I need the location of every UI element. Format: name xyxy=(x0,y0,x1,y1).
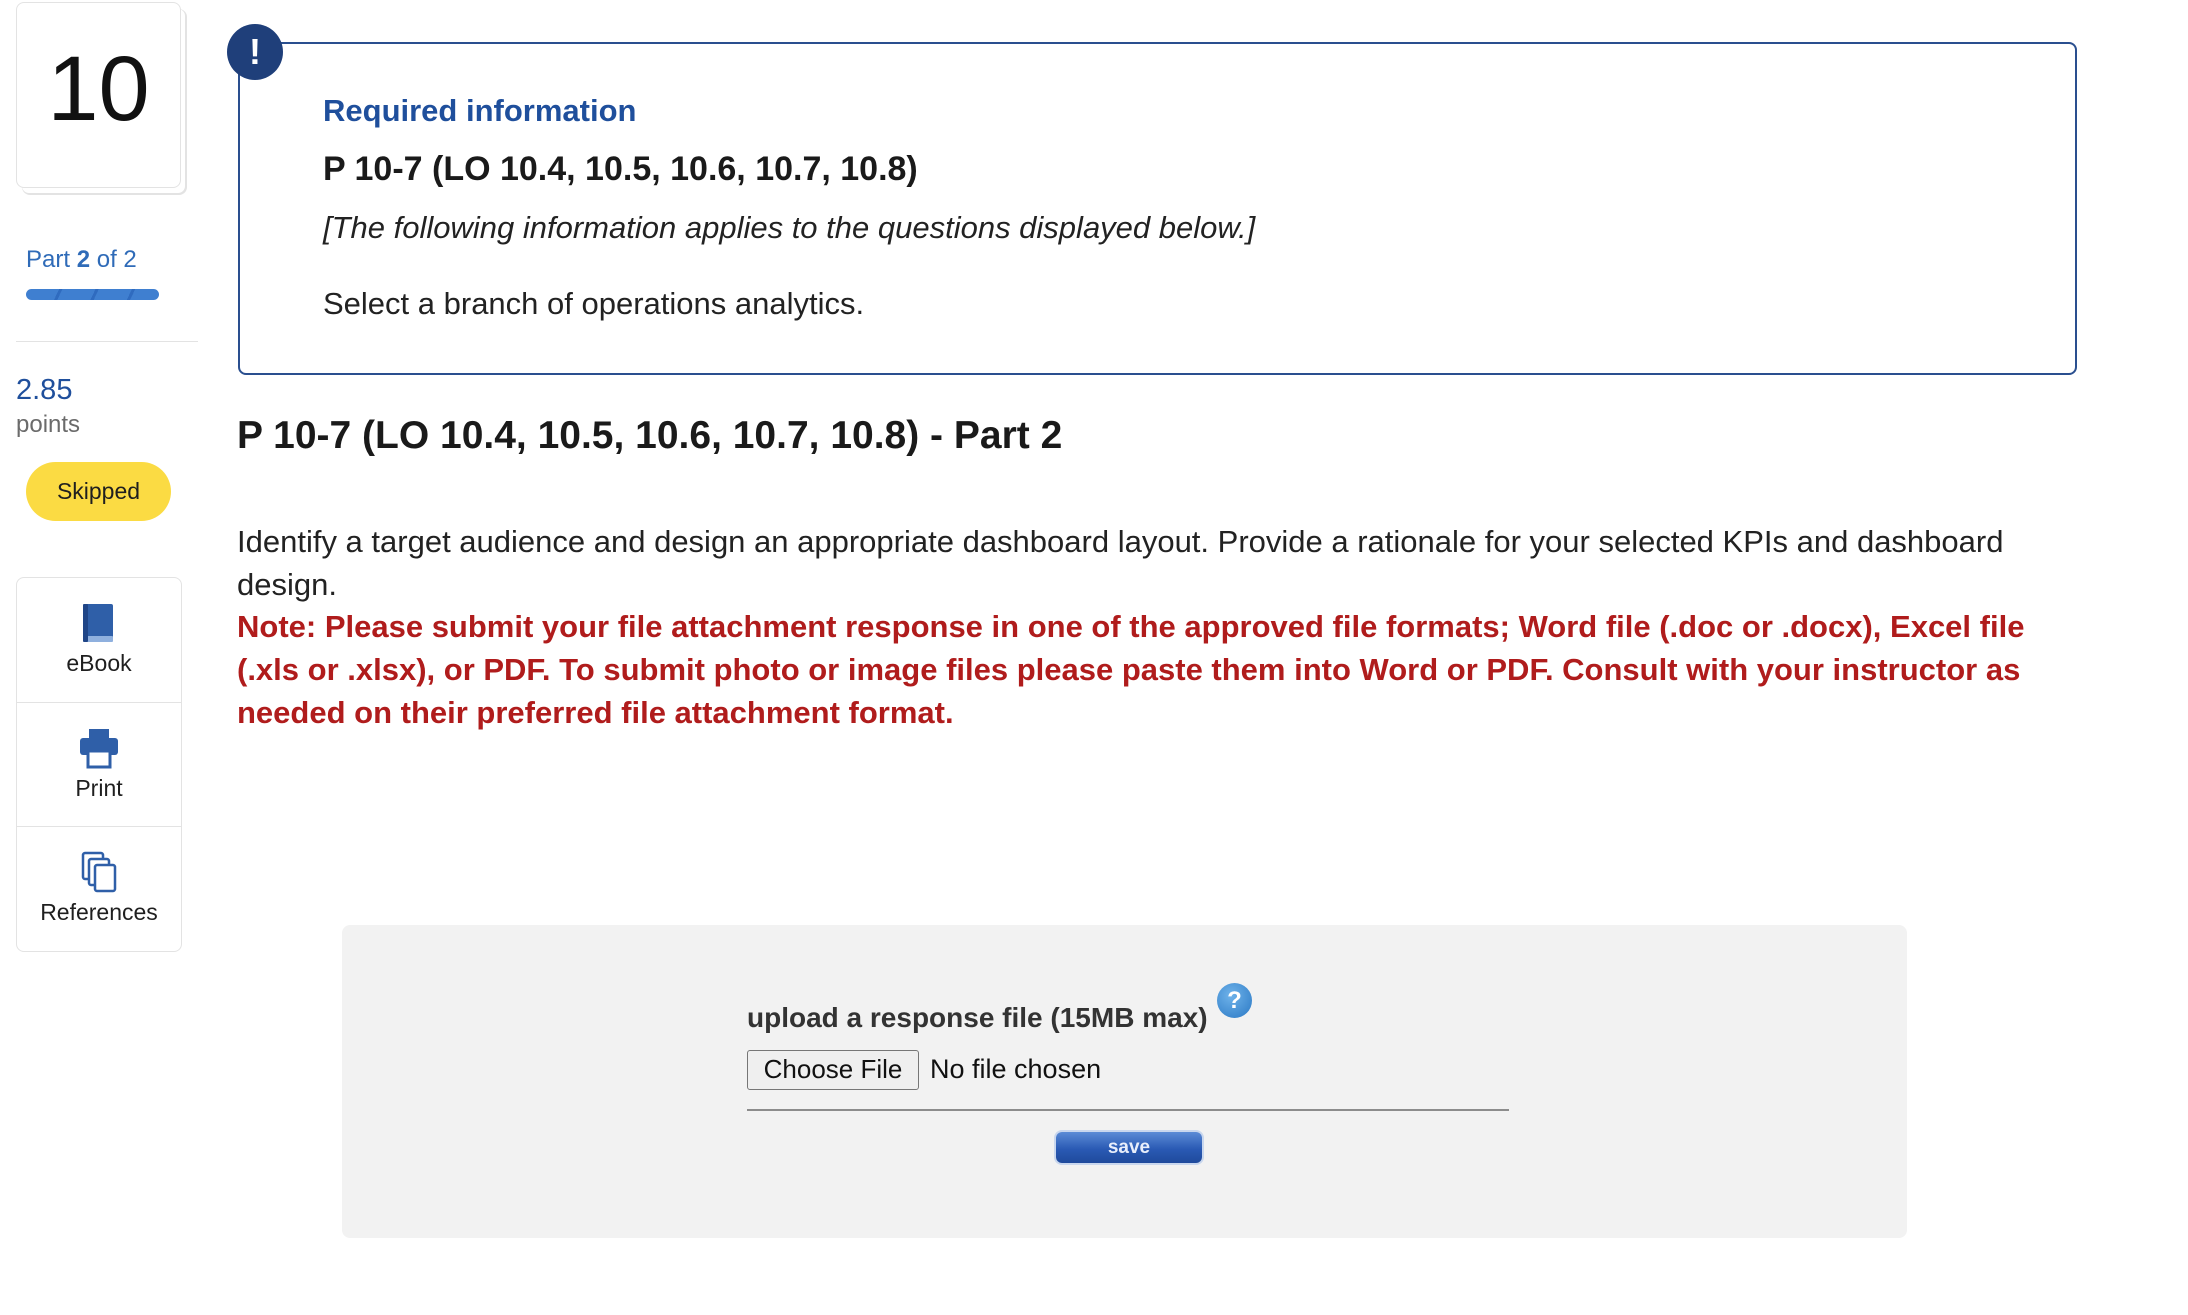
points-value: 2.85 xyxy=(16,374,73,406)
print-button[interactable]: Print xyxy=(17,702,181,827)
question-body: Identify a target audience and design an… xyxy=(237,524,2004,602)
part-progress-bar xyxy=(26,289,159,300)
choose-file-button[interactable]: Choose File xyxy=(747,1050,919,1090)
status-badge: Skipped xyxy=(26,462,171,521)
save-button[interactable]: save xyxy=(1056,1132,1202,1163)
sidebar-divider xyxy=(16,341,198,342)
question-number: 10 xyxy=(47,38,150,140)
required-info-title: Required information xyxy=(323,93,637,128)
alert-icon: ! xyxy=(227,24,283,80)
applies-note: [The following information applies to th… xyxy=(323,210,1256,245)
copy-icon xyxy=(81,851,117,893)
upload-label: upload a response file (15MB max) xyxy=(747,1002,1208,1033)
info-instruction: Select a branch of operations analytics. xyxy=(323,286,865,321)
required-info-box xyxy=(238,42,2077,375)
help-icon[interactable]: ? xyxy=(1217,983,1252,1018)
submission-note: Note: Please submit your file attachment… xyxy=(237,609,2025,730)
part-word: Part xyxy=(26,246,71,273)
part-total: of 2 xyxy=(96,246,137,273)
upload-panel xyxy=(342,925,1907,1238)
part-indicator: Part 2 of 2 xyxy=(26,246,137,274)
points-label: points xyxy=(16,411,81,438)
printer-icon xyxy=(80,729,118,769)
upload-divider xyxy=(747,1109,1509,1111)
tools-panel: eBook Print References xyxy=(16,577,182,952)
part-current: 2 xyxy=(76,246,91,273)
print-label: Print xyxy=(75,775,123,801)
references-label: References xyxy=(40,899,158,925)
question-title: P 10-7 (LO 10.4, 10.5, 10.6, 10.7, 10.8)… xyxy=(237,414,1063,457)
question-number-card: 10 xyxy=(16,2,181,188)
book-icon xyxy=(83,604,113,642)
ebook-button[interactable]: eBook xyxy=(17,578,181,702)
problem-id: P 10-7 (LO 10.4, 10.5, 10.6, 10.7, 10.8) xyxy=(323,150,918,188)
ebook-label: eBook xyxy=(66,650,132,676)
references-button[interactable]: References xyxy=(17,826,181,951)
file-status: No file chosen xyxy=(930,1054,1102,1084)
